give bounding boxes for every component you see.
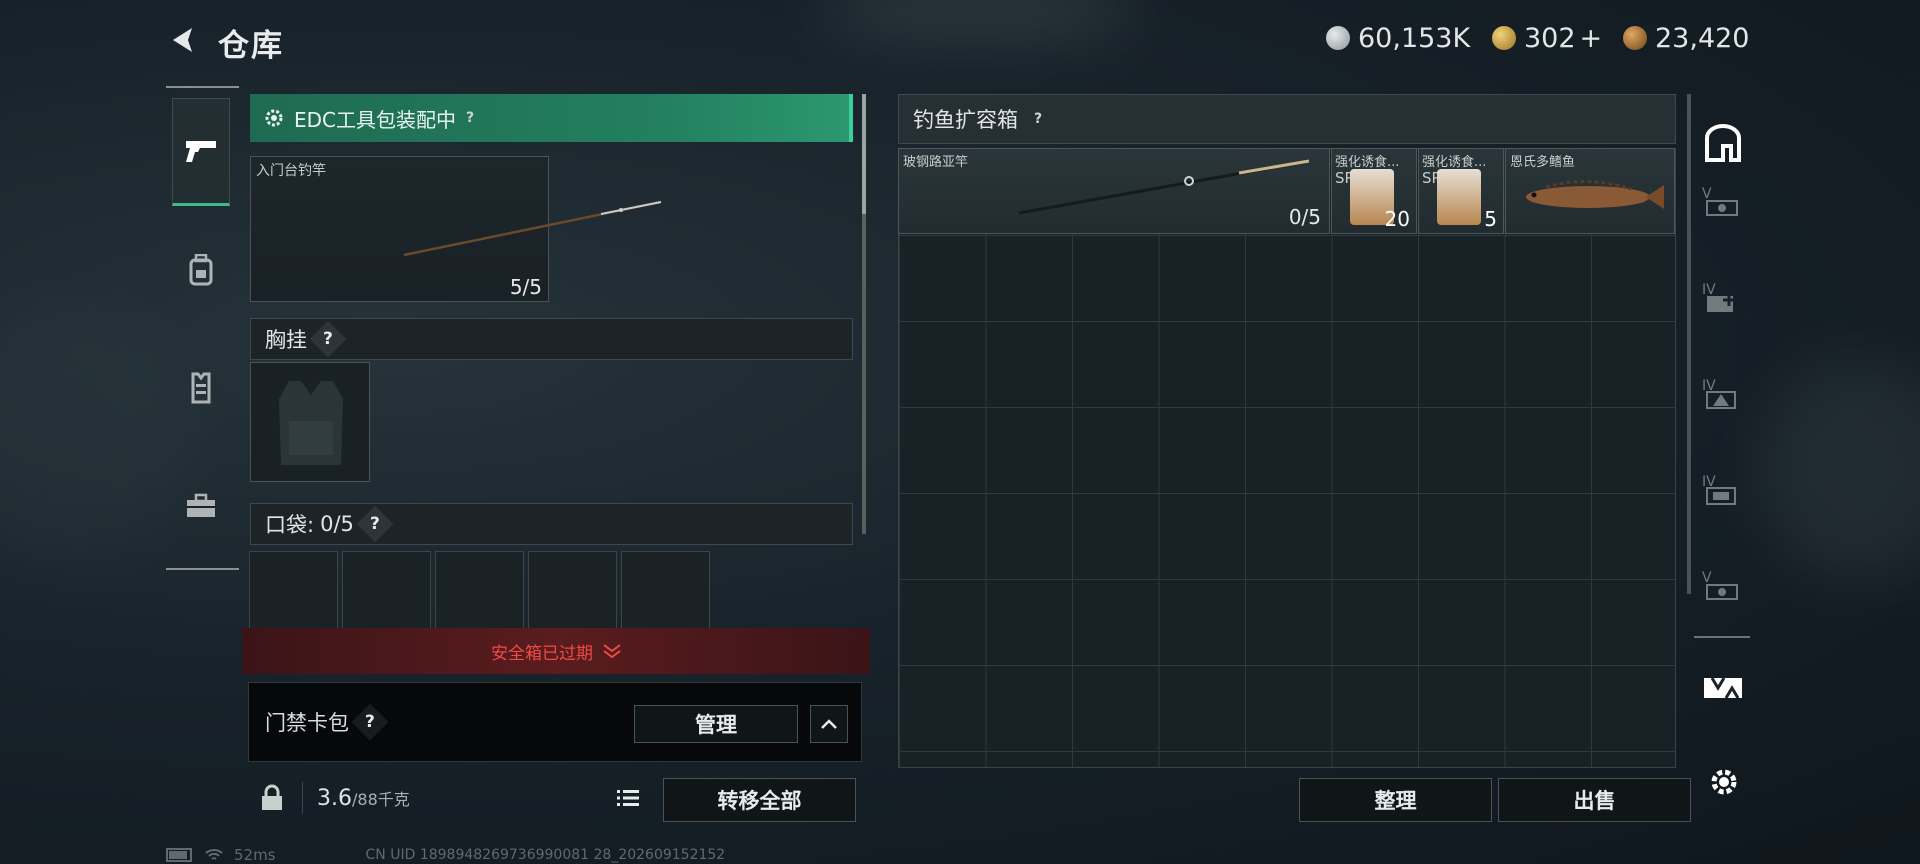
back-arrow-icon <box>173 28 192 52</box>
list-view-button[interactable] <box>612 782 644 814</box>
storage-expand-icon <box>1704 677 1742 699</box>
currency-silver: 60,153K <box>1326 20 1470 56</box>
grid-item[interactable]: 强化诱食... SP 5 <box>1418 148 1504 234</box>
manage-button[interactable]: 管理 <box>634 705 798 743</box>
keycard-pack: 门禁卡包 ? 管理 <box>248 682 862 762</box>
fish-icon <box>1526 180 1664 209</box>
tab-backpack[interactable] <box>172 216 230 324</box>
cabinet-icon <box>1705 124 1741 162</box>
gear-icon <box>1711 769 1737 795</box>
weight-bar: 3.6/88千克 转移全部 <box>242 770 868 826</box>
slot-iv-icon[interactable]: IV <box>1702 474 1742 514</box>
gear-icon <box>265 109 283 127</box>
help-icon[interactable]: ? <box>466 110 474 126</box>
wifi-icon <box>205 849 223 860</box>
gold-coin-icon <box>1492 26 1516 50</box>
help-icon[interactable]: ? <box>356 505 394 543</box>
settings-button[interactable] <box>1704 762 1744 802</box>
add-currency-button[interactable]: + <box>1580 23 1603 54</box>
pocket-slot[interactable] <box>249 551 338 631</box>
backpack-icon <box>189 254 213 286</box>
cabinet-button[interactable] <box>1700 120 1746 166</box>
grid-item[interactable]: 玻钢路亚竿 0/5 <box>898 148 1330 234</box>
pocket-slot[interactable] <box>342 551 431 631</box>
bronze-coin-icon <box>1623 26 1647 50</box>
help-icon[interactable]: ? <box>351 703 389 741</box>
pocket-slot[interactable] <box>435 551 524 631</box>
lock-button[interactable] <box>252 778 292 818</box>
bait-bag-icon <box>1437 169 1481 225</box>
chest-rig-header: 胸挂 ? <box>250 318 853 360</box>
collapse-button[interactable] <box>810 705 848 743</box>
chevron-down-icon <box>603 644 621 658</box>
vest-placeholder-icon <box>279 381 343 465</box>
fishing-rod-slot[interactable]: 入门台钓竿 5/5 <box>250 156 662 302</box>
help-icon[interactable]: ? <box>1034 111 1042 127</box>
fishing-rod-icon <box>1019 159 1310 215</box>
expand-storage-button[interactable] <box>1700 668 1746 708</box>
back-button[interactable] <box>163 18 203 62</box>
silver-coin-icon <box>1326 26 1350 50</box>
transfer-all-button[interactable]: 转移全部 <box>663 778 856 822</box>
slot-iv-warning-icon[interactable]: IV <box>1702 378 1742 418</box>
lock-icon <box>262 784 282 810</box>
chevron-up-icon <box>821 719 837 729</box>
storage-header: 钓鱼扩容箱 ? <box>898 94 1676 144</box>
pockets-header: 口袋: 0/5 ? <box>250 503 853 545</box>
toolbox-icon <box>187 493 215 517</box>
currency-gold[interactable]: 302 + <box>1492 20 1602 56</box>
fishing-rod-icon <box>403 200 662 257</box>
storage-tabs: V IV IV IV V <box>1694 176 1750 638</box>
chest-rig-slot[interactable] <box>250 362 370 482</box>
storage-grid[interactable] <box>898 148 1676 768</box>
sell-button[interactable]: 出售 <box>1498 778 1691 822</box>
scrollbar-thumb[interactable] <box>862 94 866 214</box>
tab-weapons[interactable] <box>172 98 230 206</box>
item-count: 5/5 <box>509 275 542 299</box>
page-title: 仓库 <box>218 28 284 64</box>
tab-vest[interactable] <box>172 334 230 442</box>
currency-bronze: 23,420 <box>1623 20 1749 56</box>
status-bar: 52ms CN UID 1898948269736990081 28_20260… <box>166 846 725 864</box>
slot-v-icon[interactable]: V <box>1702 186 1742 226</box>
tab-toolbox[interactable] <box>172 452 230 560</box>
category-sidebar <box>166 86 239 570</box>
pocket-slot[interactable] <box>528 551 617 631</box>
pistol-icon <box>186 141 216 162</box>
battery-icon <box>166 848 192 862</box>
grid-item[interactable]: 恩氏多鳍鱼 <box>1505 148 1675 234</box>
item-name: 入门台钓竿 <box>256 163 326 179</box>
weight-readout: 3.6/88千克 <box>317 786 410 811</box>
safe-box-expired-banner[interactable]: 安全箱已过期 <box>242 628 870 674</box>
storage-scrollbar[interactable] <box>1687 94 1691 594</box>
grid-item[interactable]: 强化诱食... SP 20 <box>1331 148 1417 234</box>
edc-kit-banner[interactable]: EDC工具包装配中 ? <box>250 94 853 142</box>
help-icon[interactable]: ? <box>309 320 347 358</box>
slot-iv-plus-icon[interactable]: IV <box>1702 282 1742 322</box>
vest-icon <box>191 372 211 404</box>
list-icon <box>617 790 639 806</box>
sort-button[interactable]: 整理 <box>1299 778 1492 822</box>
slot-v2-icon[interactable]: V <box>1702 570 1742 610</box>
pocket-slot[interactable] <box>621 551 710 631</box>
